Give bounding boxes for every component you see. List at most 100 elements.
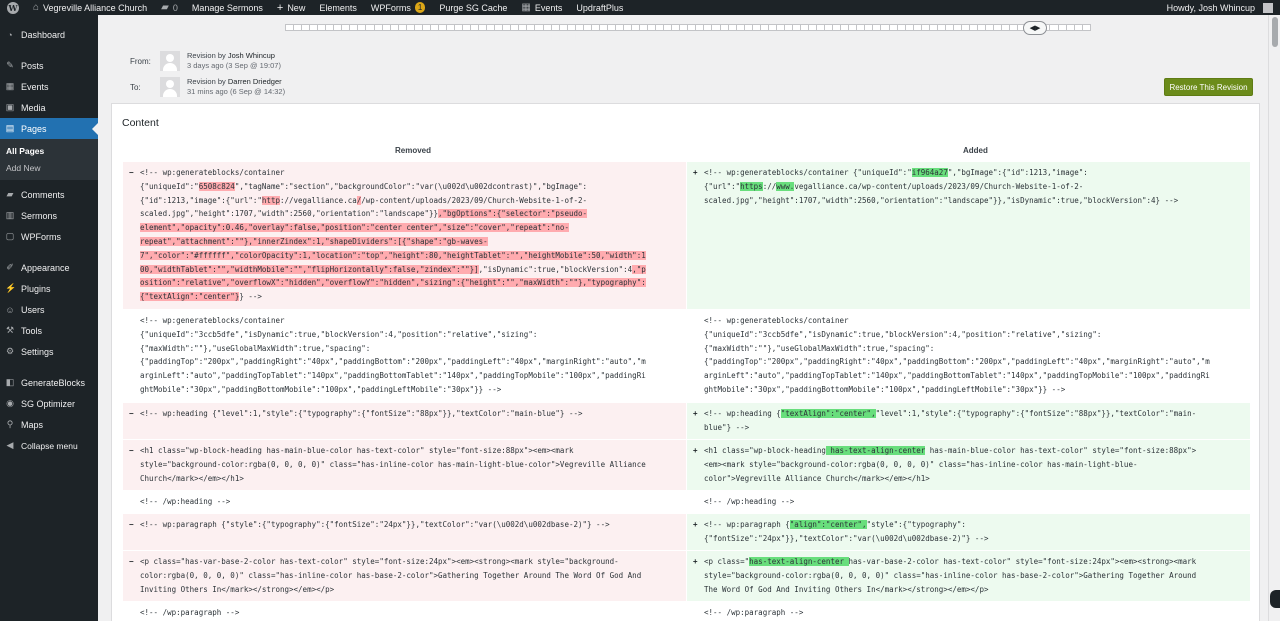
comments-menu[interactable]: ▰ 0 xyxy=(154,0,185,15)
revision-slider-tick[interactable] xyxy=(357,24,366,31)
revision-slider-tick[interactable] xyxy=(655,24,664,31)
revision-slider-tick[interactable] xyxy=(687,24,696,31)
sidebar-item-appearance[interactable]: ✐ Appearance xyxy=(0,257,98,278)
revision-slider-tick[interactable] xyxy=(727,24,736,31)
submenu-add-new[interactable]: Add New xyxy=(0,159,98,176)
revision-slider-tick[interactable] xyxy=(1073,24,1082,31)
wpforms-menu[interactable]: WPForms 1 xyxy=(364,0,432,15)
sidebar-item-events[interactable]: ▦ Events xyxy=(0,76,98,97)
restore-revision-button[interactable]: Restore This Revision xyxy=(1164,78,1253,96)
revision-slider-tick[interactable] xyxy=(614,24,623,31)
elements-link[interactable]: Elements xyxy=(312,0,364,15)
revision-slider-tick[interactable] xyxy=(904,24,913,31)
revision-slider-tick[interactable] xyxy=(767,24,776,31)
updraftplus-menu[interactable]: UpdraftPlus xyxy=(569,0,630,15)
revision-slider-tick[interactable] xyxy=(590,24,599,31)
sidebar-item-sg-optimizer[interactable]: ◉ SG Optimizer xyxy=(0,393,98,414)
revision-slider-tick[interactable] xyxy=(968,24,978,31)
revision-slider-tick[interactable] xyxy=(928,24,937,31)
submenu-all-pages[interactable]: All Pages xyxy=(0,142,98,159)
sidebar-item-posts[interactable]: ✎ Posts xyxy=(0,55,98,76)
revision-slider-tick[interactable] xyxy=(470,24,479,31)
revision-slider-tick[interactable] xyxy=(566,24,575,31)
revision-slider-tick[interactable] xyxy=(550,24,559,31)
revision-slider-tick[interactable] xyxy=(1009,24,1018,31)
revision-slider-tick[interactable] xyxy=(824,24,833,31)
revision-slider-tick[interactable] xyxy=(671,24,680,31)
revision-slider-tick[interactable] xyxy=(791,24,800,31)
revision-slider-tick[interactable] xyxy=(445,24,454,31)
revision-slider-tick[interactable] xyxy=(598,24,607,31)
revision-slider-tick[interactable] xyxy=(437,24,446,31)
revision-slider-tick[interactable] xyxy=(526,24,535,31)
sidebar-item-generateblocks[interactable]: ◧ GenerateBlocks xyxy=(0,372,98,393)
sidebar-item-settings[interactable]: ⚙ Settings xyxy=(0,341,98,362)
revision-slider-tick[interactable] xyxy=(1049,24,1058,31)
revision-slider-tick[interactable] xyxy=(896,24,905,31)
revision-slider-tick[interactable] xyxy=(558,24,567,31)
revision-slider-tick[interactable] xyxy=(502,24,511,31)
revision-slider-tick[interactable] xyxy=(864,24,873,31)
new-content-menu[interactable]: + New xyxy=(270,0,312,15)
events-menu[interactable]: ▦ Events xyxy=(514,0,569,15)
revision-slider-tick[interactable] xyxy=(783,24,792,31)
scrollbar-thumb[interactable] xyxy=(1272,17,1278,47)
revision-slider-tick[interactable] xyxy=(800,24,809,31)
revision-slider-tick[interactable] xyxy=(582,24,591,31)
revision-slider-tick[interactable] xyxy=(1001,24,1010,31)
revision-slider-tick[interactable] xyxy=(285,24,294,31)
revision-slider-tick[interactable] xyxy=(534,24,543,31)
floating-help-icon[interactable] xyxy=(1270,590,1280,608)
revision-slider-tick[interactable] xyxy=(735,24,744,31)
revision-slider-tick[interactable] xyxy=(808,24,817,31)
revision-slider-tick[interactable] xyxy=(743,24,752,31)
revision-slider-tick[interactable] xyxy=(944,24,953,31)
revision-slider-tick[interactable] xyxy=(816,24,825,31)
sidebar-item-maps[interactable]: ⚲ Maps xyxy=(0,414,98,435)
revision-slider-tick[interactable] xyxy=(639,24,648,31)
revision-slider-tick[interactable] xyxy=(985,24,994,31)
sidebar-item-media[interactable]: ▣ Media xyxy=(0,97,98,118)
revision-slider-tick[interactable] xyxy=(606,24,615,31)
revision-slider-tick[interactable] xyxy=(888,24,897,31)
revision-slider-tick[interactable] xyxy=(631,24,640,31)
revision-slider-tick[interactable] xyxy=(486,24,495,31)
revision-slider-tick[interactable] xyxy=(663,24,672,31)
revision-slider-tick[interactable] xyxy=(840,24,849,31)
sidebar-item-sermons[interactable]: ▥ Sermons xyxy=(0,205,98,226)
revision-slider-tick[interactable] xyxy=(711,24,720,31)
revision-slider-tick[interactable] xyxy=(574,24,583,31)
revision-slider-tick[interactable] xyxy=(462,24,471,31)
revision-slider-tick[interactable] xyxy=(405,24,414,31)
revision-slider-tick[interactable] xyxy=(397,24,406,31)
revision-slider-tick[interactable] xyxy=(936,24,945,31)
revision-slider-tick[interactable] xyxy=(373,24,382,31)
purge-cache-link[interactable]: Purge SG Cache xyxy=(432,0,514,15)
revision-slider-tick[interactable] xyxy=(381,24,390,31)
revision-slider-tick[interactable] xyxy=(494,24,503,31)
revision-slider-tick[interactable] xyxy=(325,24,334,31)
revision-slider-tick[interactable] xyxy=(317,24,326,31)
revision-slider-tick[interactable] xyxy=(1065,24,1074,31)
sidebar-item-dashboard[interactable]: ◔ Dashboard xyxy=(0,24,98,45)
revision-slider-tick[interactable] xyxy=(365,24,374,31)
revision-slider-tick[interactable] xyxy=(647,24,656,31)
revision-slider-tick[interactable] xyxy=(695,24,704,31)
sidebar-item-pages[interactable]: ▤ Pages xyxy=(0,118,98,139)
revision-slider-tick[interactable] xyxy=(1057,24,1066,31)
revision-slider-tick[interactable] xyxy=(453,24,463,31)
revision-slider-tick[interactable] xyxy=(832,24,841,31)
sidebar-item-users[interactable]: ☺ Users xyxy=(0,299,98,320)
revision-slider-tick[interactable] xyxy=(309,24,318,31)
revision-slider-tick[interactable] xyxy=(510,24,519,31)
revision-slider-tick[interactable] xyxy=(719,24,728,31)
revision-slider-tick[interactable] xyxy=(872,24,881,31)
collapse-menu-button[interactable]: ◀ Collapse menu xyxy=(0,435,98,456)
revision-slider-tick[interactable] xyxy=(421,24,430,31)
revision-slider-tick[interactable] xyxy=(542,24,551,31)
page-scrollbar[interactable] xyxy=(1268,15,1280,621)
revision-slider-tick[interactable] xyxy=(301,24,310,31)
revision-slider-tick[interactable] xyxy=(759,24,768,31)
revision-slider-tick[interactable] xyxy=(622,24,632,31)
revision-slider-tick[interactable] xyxy=(848,24,857,31)
